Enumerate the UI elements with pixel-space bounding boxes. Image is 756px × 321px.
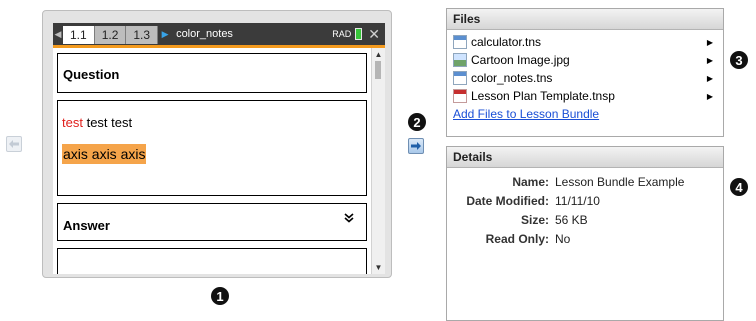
file-item-color-notes[interactable]: color_notes.tns ▶	[447, 69, 723, 87]
plain-text: test test	[82, 115, 133, 130]
double-chevron-down-icon	[344, 213, 354, 223]
callout-4: 4	[730, 178, 748, 196]
expand-arrow-icon[interactable]: ▶	[707, 56, 713, 65]
detail-row-date-modified: Date Modified: 11/11/10	[447, 191, 723, 210]
tnsp-file-icon	[453, 89, 467, 103]
file-item-calculator[interactable]: calculator.tns ▶	[447, 33, 723, 51]
file-name: color_notes.tns	[471, 71, 553, 85]
detail-key: Read Only:	[485, 231, 549, 246]
question-label: Question	[63, 67, 120, 82]
detail-row-size: Size: 56 KB	[447, 210, 723, 229]
red-text: test	[62, 115, 83, 130]
detail-key: Date Modified:	[466, 193, 549, 208]
files-header: Files	[447, 9, 723, 30]
file-name: Cartoon Image.jpg	[471, 53, 570, 67]
arrow-right-icon	[411, 142, 421, 150]
detail-value: Lesson Bundle Example	[555, 174, 685, 189]
angle-mode-indicator: RAD	[332, 29, 352, 39]
close-icon[interactable]: ✕	[368, 26, 380, 43]
detail-row-name: Name: Lesson Bundle Example	[447, 172, 723, 191]
detail-value: 11/11/10	[555, 193, 600, 208]
detail-value: No	[555, 231, 571, 246]
screen-scrollbar[interactable]: ▲ ▼	[371, 48, 385, 274]
battery-icon	[355, 28, 363, 40]
answer-content-box[interactable]	[57, 248, 367, 274]
tns-file-icon	[453, 35, 467, 49]
details-panel: Details Name: Lesson Bundle Example Date…	[446, 146, 724, 321]
scroll-up-icon[interactable]: ▲	[372, 50, 385, 59]
tab-page-1-1[interactable]: 1.1	[63, 26, 95, 44]
previous-arrow-button[interactable]	[6, 136, 22, 152]
next-arrow-button[interactable]	[408, 138, 424, 154]
detail-row-read-only: Read Only: No	[447, 229, 723, 248]
tab-scroll-left-icon[interactable]: ◀	[53, 29, 63, 40]
collapse-chevron-icon[interactable]	[344, 211, 354, 226]
expand-arrow-icon[interactable]: ▶	[707, 74, 713, 83]
answer-label: Answer	[63, 218, 110, 233]
files-panel: Files calculator.tns ▶ Cartoon Image.jpg…	[446, 8, 724, 137]
file-item-lesson-plan-template[interactable]: Lesson Plan Template.tnsp ▶	[447, 87, 723, 105]
question-box[interactable]: Question	[57, 53, 367, 93]
file-name: calculator.tns	[471, 35, 542, 49]
handheld-preview: ◀ 1.1 1.2 1.3 ▶ color_notes RAD ✕ Questi…	[42, 10, 392, 278]
tab-page-1-2[interactable]: 1.2	[94, 26, 127, 44]
callout-1: 1	[211, 287, 229, 305]
file-name: Lesson Plan Template.tnsp	[471, 89, 615, 103]
callout-2: 2	[408, 113, 426, 131]
tns-file-icon	[453, 71, 467, 85]
notes-screen: Question test test test axis axis axis A…	[53, 48, 385, 274]
scroll-thumb[interactable]	[375, 61, 381, 79]
document-name: color_notes	[176, 28, 233, 40]
answer-box[interactable]: Answer	[57, 203, 367, 241]
highlighted-text: axis axis axis	[62, 144, 147, 164]
detail-key: Name:	[512, 174, 549, 189]
file-item-cartoon-image[interactable]: Cartoon Image.jpg ▶	[447, 51, 723, 69]
callout-3: 3	[730, 51, 748, 69]
tab-page-1-3[interactable]: 1.3	[126, 26, 159, 44]
page-tab-bar: ◀ 1.1 1.2 1.3 ▶ color_notes RAD ✕	[53, 23, 385, 45]
expand-arrow-icon[interactable]: ▶	[707, 92, 713, 101]
notes-line: test test test	[62, 115, 132, 130]
detail-key: Size:	[520, 212, 549, 227]
notes-text-box[interactable]: test test test axis axis axis	[57, 100, 367, 196]
scroll-down-icon[interactable]: ▼	[372, 263, 385, 272]
image-file-icon	[453, 53, 467, 67]
tab-scroll-right-icon[interactable]: ▶	[158, 29, 172, 40]
detail-value: 56 KB	[555, 212, 588, 227]
arrow-left-icon	[9, 140, 19, 148]
add-files-link[interactable]: Add Files to Lesson Bundle	[447, 105, 723, 123]
details-header: Details	[447, 147, 723, 168]
expand-arrow-icon[interactable]: ▶	[707, 38, 713, 47]
